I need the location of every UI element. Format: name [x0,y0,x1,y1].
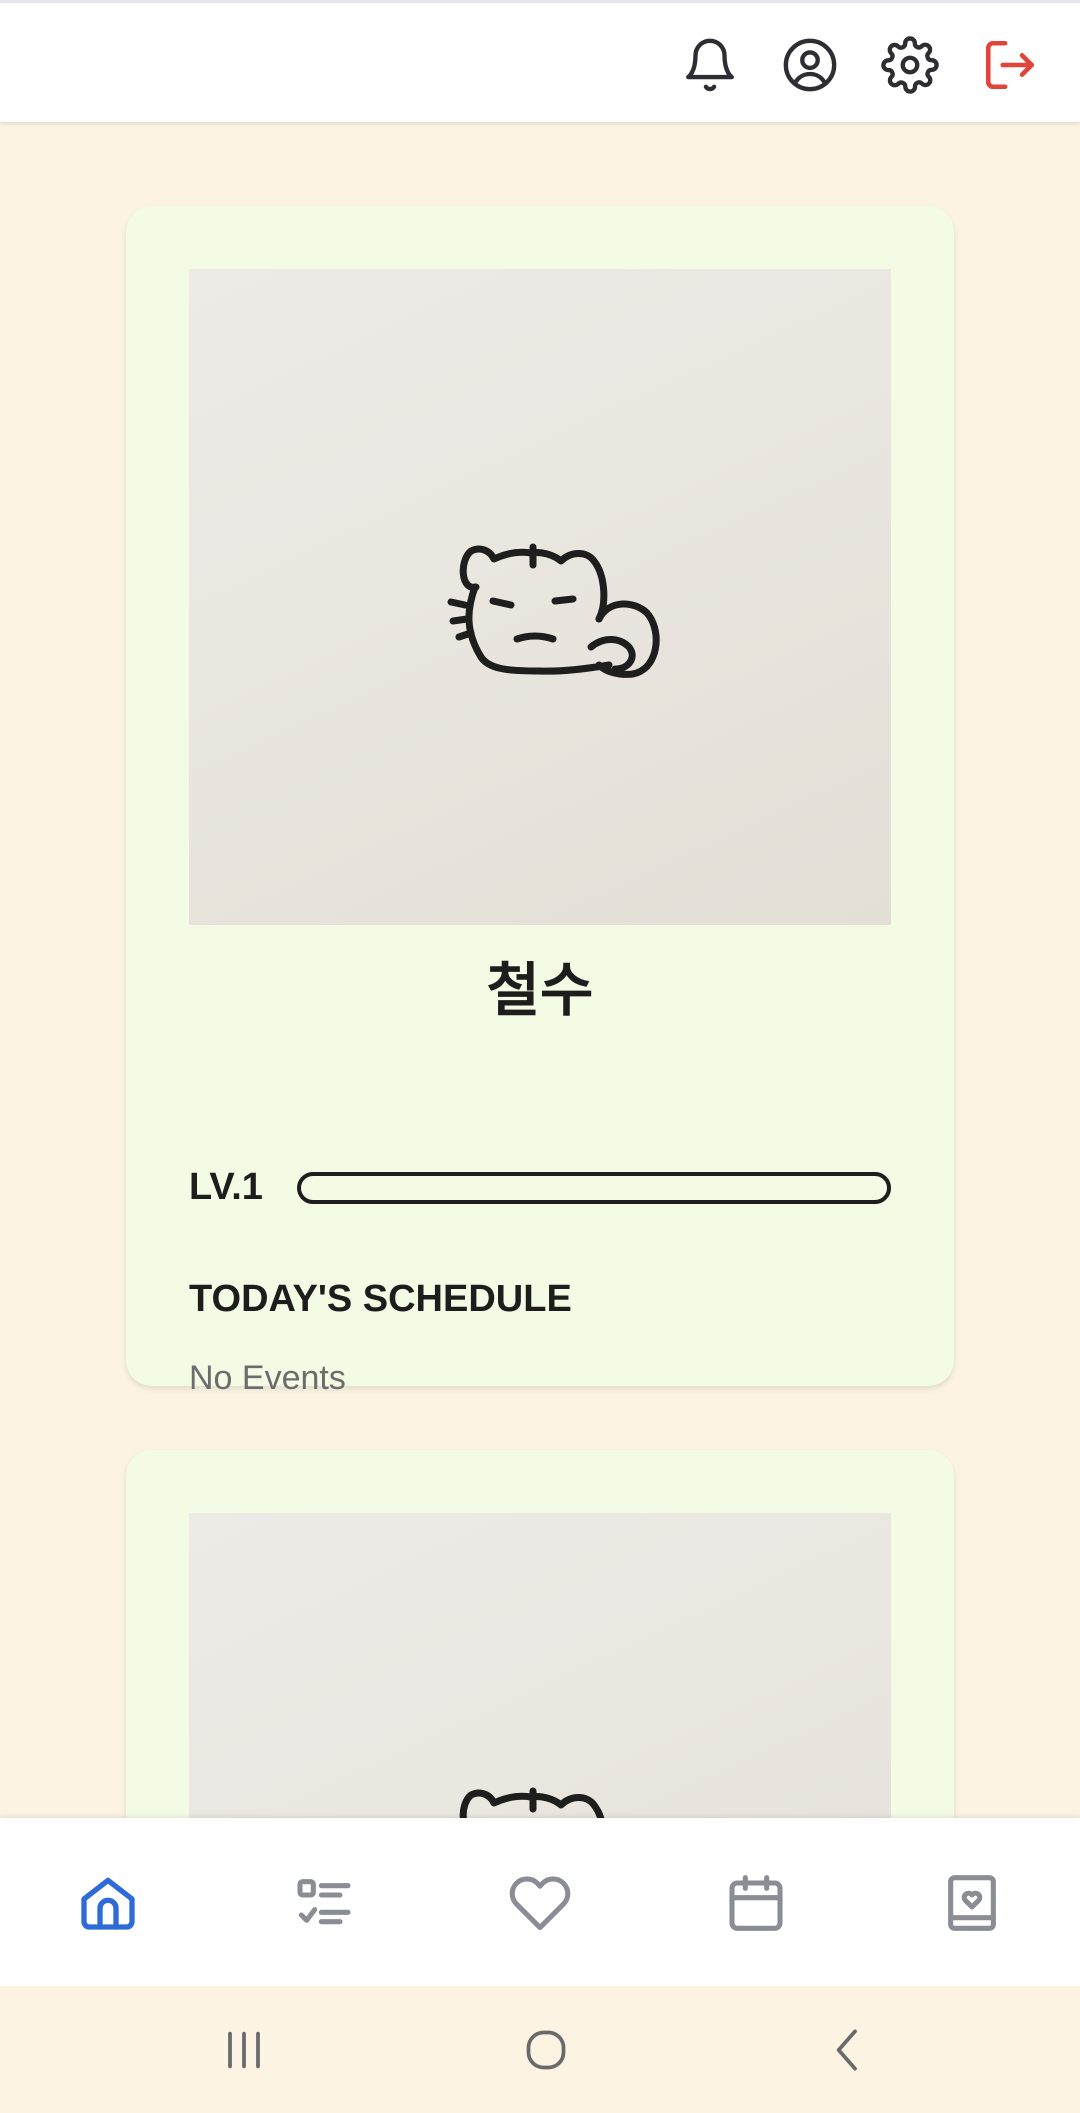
logout-icon[interactable] [980,35,1040,95]
pet-card[interactable]: 철수 LV.1 TODAY'S SCHEDULE No Events [126,206,954,1397]
diary-icon[interactable] [937,1868,1007,1938]
pet-card-list[interactable]: 철수 LV.1 TODAY'S SCHEDULE No Events [0,122,1080,1818]
pet-image [189,269,891,925]
recent-apps-icon[interactable] [212,2018,276,2082]
gear-icon[interactable] [880,35,940,95]
pet-card[interactable] [126,1450,954,1818]
system-navigation-bar [0,1986,1080,2113]
cat-doodle-icon [459,1787,605,1818]
back-icon[interactable] [816,2018,880,2082]
home-icon[interactable] [73,1868,143,1938]
cat-doodle-icon [447,543,660,678]
calendar-icon[interactable] [721,1868,791,1938]
bell-icon[interactable] [680,35,740,95]
heart-icon[interactable] [505,1868,575,1938]
level-label: LV.1 [189,1166,263,1208]
pet-image [189,1513,891,1818]
schedule-empty-text: No Events [189,1359,346,1397]
pet-name: 철수 [486,958,594,1023]
level-progress-bar [297,1172,891,1204]
top-app-bar [0,0,1080,122]
home-circle-icon[interactable] [514,2018,578,2082]
user-circle-icon[interactable] [780,35,840,95]
checklist-icon[interactable] [289,1868,359,1938]
schedule-title: TODAY'S SCHEDULE [189,1278,572,1320]
bottom-navigation [0,1818,1080,1986]
